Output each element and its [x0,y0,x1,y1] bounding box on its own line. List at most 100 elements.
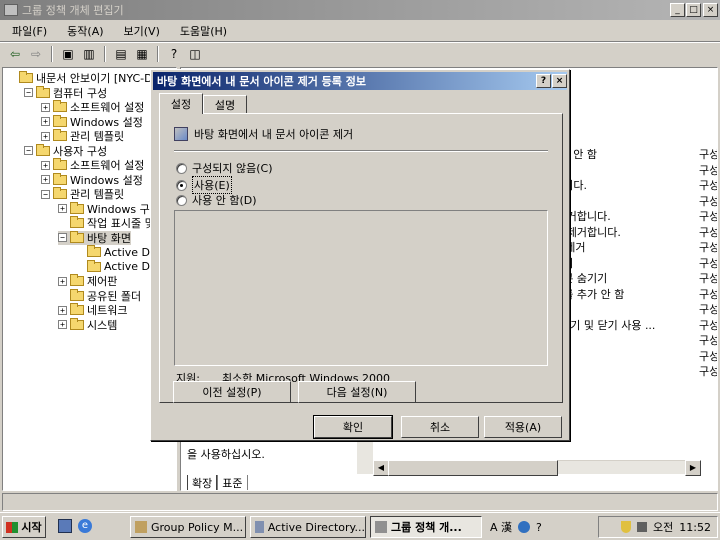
folder-icon [70,303,84,315]
gpm-icon [135,521,147,533]
show-hide-pane-icon[interactable]: ◫ [186,45,204,63]
folder-icon [53,114,67,127]
expand-icon[interactable]: + [41,131,50,141]
menu-action[interactable]: 동작(A) [55,23,111,39]
tree-item[interactable]: + Windows 구성 [58,201,160,216]
show-desktop-icon[interactable] [58,519,72,533]
collapse-icon[interactable]: − [24,146,33,155]
app-icon [4,4,18,16]
cancel-button[interactable]: 취소 [401,416,479,438]
scroll-left-button[interactable]: ◀ [373,460,389,476]
tree-item[interactable]: 내문서 안보이기 [NYC-D [7,71,153,85]
description-text: 을 사용하십시오. [187,448,265,461]
setting-state: 구성 [699,163,718,177]
radio-dot [176,194,187,206]
volume-icon[interactable] [637,522,648,532]
tree-item[interactable]: + 제어판 [58,274,117,288]
expand-icon[interactable]: + [41,160,50,170]
tree-item[interactable]: − 관리 템플릿 [41,187,124,201]
back-arrow-icon[interactable]: ⇦ [6,45,24,63]
tree-item[interactable]: 작업 표시줄 및 [58,216,155,230]
forward-arrow-icon[interactable]: ⇨ [27,45,45,63]
folder-icon [70,274,84,286]
show-tree-icon[interactable]: ▥ [80,45,98,63]
radio-label: 사용 안 함(D) [192,194,257,207]
apply-button[interactable]: 적용(A) [484,416,562,438]
folder-icon [87,245,101,257]
taskbar-item-active-directory[interactable]: Active Directory... [250,516,366,538]
collapse-icon[interactable]: − [41,189,50,199]
folder-icon [36,85,50,98]
scroll-thumb[interactable] [388,460,558,476]
taskbar-item-gpo-editor[interactable]: 그룹 정책 개... [370,516,482,538]
tree-item[interactable]: + 시스템 [58,317,118,332]
folder-icon [87,259,101,272]
start-button[interactable]: 시작 [2,516,46,538]
internet-explorer-icon[interactable]: e [78,519,92,533]
quick-launch: e [58,519,92,533]
shield-icon[interactable] [621,521,632,533]
expand-icon[interactable]: + [41,117,50,126]
next-setting-button[interactable]: 다음 설정(N) [298,381,416,403]
expand-icon[interactable]: + [58,204,67,213]
help-icon[interactable]: ? [165,45,183,63]
export-list-icon[interactable]: ▦ [133,45,151,63]
close-button[interactable]: × [703,3,718,17]
setting-state: 구성 [699,365,718,378]
help-icon[interactable]: ? [536,521,542,534]
collapse-icon[interactable]: − [24,88,33,97]
tree-item[interactable]: + 네트워크 [58,303,127,317]
ok-button[interactable]: 확인 [313,415,393,439]
dialog-close-button[interactable]: × [552,74,567,88]
tree-item[interactable]: + 관리 템플릿 [41,129,124,143]
horizontal-scrollbar[interactable]: ◀ ▶ [373,460,701,476]
clock[interactable]: 11:52 [679,521,711,534]
start-label: 시작 [21,521,42,534]
language-bar[interactable]: A 漢 ? [490,519,542,535]
up-folder-icon[interactable]: ▣ [59,45,77,63]
expand-icon[interactable]: + [41,175,50,184]
tree-item[interactable]: 공유된 폴더 [58,288,141,303]
folder-icon [53,129,67,141]
maximize-button[interactable]: □ [686,3,701,17]
setting-state: 구성 [699,349,718,363]
taskbar-item-group-policy-management[interactable]: Group Policy M... [130,516,246,538]
tree-item[interactable]: + 소프트웨어 설정 [41,158,144,172]
policy-header: 바탕 화면에서 내 문서 아이콘 제거 [174,126,353,142]
windows-logo-icon [6,521,19,533]
expand-icon[interactable]: + [58,276,67,286]
toolbar-separator [51,46,53,62]
gpo-icon [375,521,387,533]
tree-item[interactable]: − 바탕 화면 [58,230,131,245]
setting-state: 구성 [699,318,718,332]
minimize-button[interactable]: _ [670,3,685,17]
radio-label: 구성되지 않음(C) [192,162,273,175]
tab-standard[interactable]: 표준 [217,475,248,490]
setting-state: 구성 [699,179,718,192]
expand-icon[interactable]: + [58,305,67,315]
menu-view[interactable]: 보기(V) [112,23,168,39]
radio-disabled[interactable]: 사용 안 함(D) [176,192,257,208]
dialog-help-button[interactable]: ? [536,74,551,88]
tab-extended[interactable]: 확장 [187,475,218,490]
expand-icon[interactable]: + [58,320,67,329]
setting-state: 구성 [699,334,718,347]
menu-help[interactable]: 도움말(H) [168,23,235,39]
tree-item[interactable]: − 컴퓨터 구성 [24,85,107,100]
ime-icon[interactable] [518,521,531,533]
properties-icon[interactable]: ▤ [112,45,130,63]
previous-setting-button[interactable]: 이전 설정(P) [173,381,291,403]
tree-item[interactable]: + 소프트웨어 설정 [41,100,144,114]
options-area [174,210,548,366]
radio-not-configured[interactable]: 구성되지 않음(C) [176,160,272,176]
tree-item-label: 시스템 [87,318,118,332]
tab-explain[interactable]: 설명 [203,95,247,114]
tab-setting[interactable]: 설정 [159,93,203,114]
tree-item[interactable]: + Windows 설정 [41,114,143,129]
menu-file[interactable]: 파일(F) [0,23,55,39]
tree-item[interactable]: − 사용자 구성 [24,143,107,158]
scroll-right-button[interactable]: ▶ [685,460,701,476]
expand-icon[interactable]: + [41,102,50,112]
tree-item[interactable]: + Windows 설정 [41,172,143,187]
collapse-icon[interactable]: − [58,233,67,242]
